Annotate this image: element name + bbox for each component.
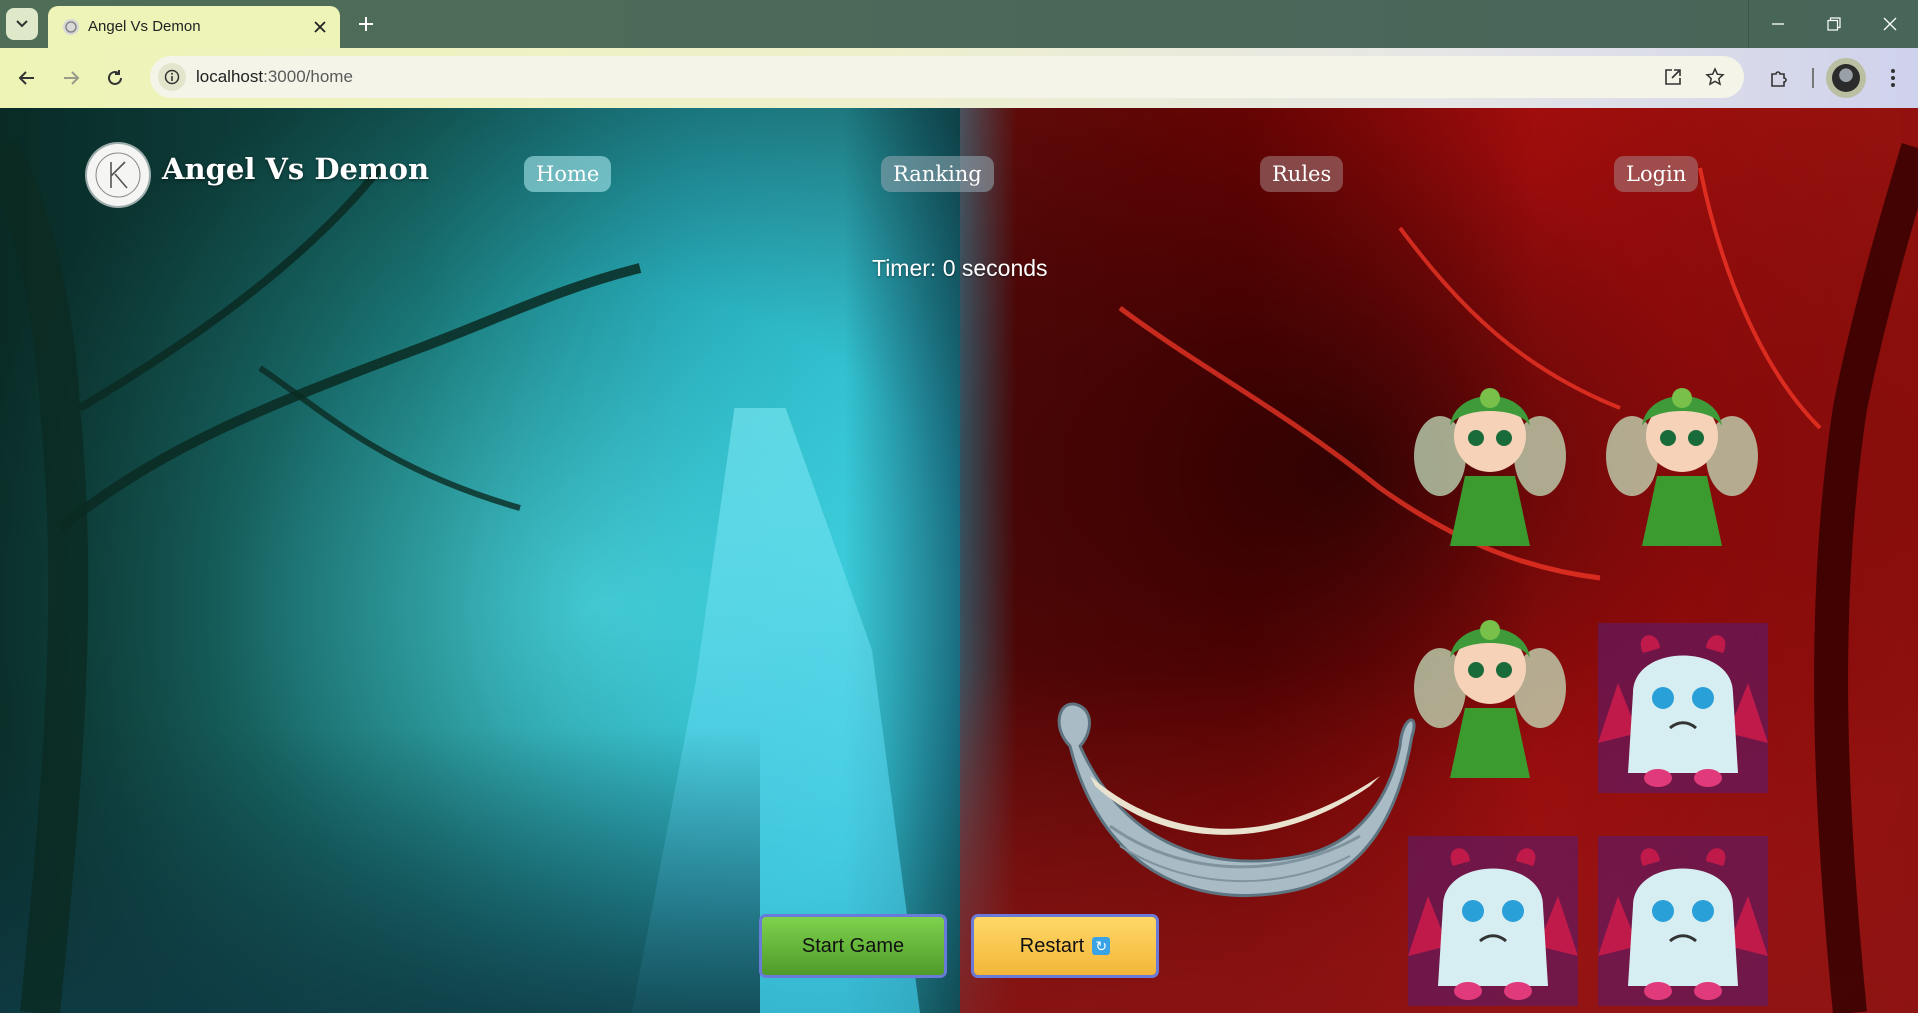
nav-ranking-link[interactable]: Ranking <box>881 156 994 192</box>
back-button[interactable] <box>12 63 42 93</box>
profile-avatar-button[interactable] <box>1826 58 1866 98</box>
favicon-icon <box>63 19 79 35</box>
browser-menu-button[interactable] <box>1878 63 1908 93</box>
reload-button[interactable] <box>100 63 130 93</box>
angel-sprite[interactable] <box>1410 376 1570 556</box>
avatar <box>1832 64 1860 92</box>
tab-close-button[interactable] <box>310 17 330 37</box>
demon-sprite[interactable] <box>1408 836 1578 1006</box>
info-icon <box>164 69 180 85</box>
window-controls-divider <box>1748 0 1749 48</box>
url-path: :3000/home <box>263 67 353 86</box>
browser-tab-active[interactable]: Angel Vs Demon <box>48 6 340 48</box>
monogram-logo-icon <box>95 152 141 198</box>
star-icon <box>1705 67 1725 86</box>
close-icon <box>1883 17 1897 31</box>
new-tab-button[interactable] <box>352 10 380 38</box>
restore-button[interactable] <box>1806 0 1862 48</box>
site-title: Angel Vs Demon <box>162 152 430 186</box>
start-game-button[interactable]: Start Game <box>762 917 944 975</box>
close-icon <box>314 21 326 33</box>
boat-sprite[interactable] <box>1040 686 1420 916</box>
chevron-down-icon <box>16 20 28 28</box>
minimize-button[interactable] <box>1750 0 1806 48</box>
demon-sprite[interactable] <box>1598 623 1768 793</box>
site-info-button[interactable] <box>158 63 186 91</box>
arrow-right-icon <box>64 71 80 85</box>
start-game-label: Start Game <box>801 934 905 957</box>
angel-sprite[interactable] <box>1602 376 1762 556</box>
game-timer: Timer: 0 seconds <box>872 255 1048 281</box>
address-bar[interactable]: localhost:3000/home <box>150 56 1744 98</box>
forward-button[interactable] <box>56 63 86 93</box>
external-link-icon <box>1665 69 1681 85</box>
angel-sprite[interactable] <box>1410 608 1570 788</box>
tab-title: Angel Vs Demon <box>88 18 201 35</box>
browser-tabstrip: Angel Vs Demon <box>0 0 1918 48</box>
arrow-left-icon <box>18 71 34 85</box>
url-host: localhost <box>196 67 264 86</box>
refresh-icon: ↻ <box>1092 937 1111 955</box>
minimize-icon <box>1772 23 1784 25</box>
demon-sprite[interactable] <box>1598 836 1768 1006</box>
bookmark-button[interactable] <box>1704 66 1726 88</box>
site-logo[interactable] <box>87 144 149 206</box>
nav-home-link[interactable]: Home <box>524 156 612 192</box>
open-in-window-button[interactable] <box>1662 66 1684 88</box>
puzzle-icon <box>1771 71 1787 87</box>
game-page: Angel Vs Demon Home Ranking Rules Login … <box>0 108 1918 1013</box>
tab-search-button[interactable] <box>6 8 38 40</box>
reload-icon <box>108 70 122 85</box>
plus-icon <box>359 17 373 31</box>
restart-button[interactable]: Restart ↻ <box>974 917 1156 975</box>
restart-label: Restart <box>1019 934 1085 957</box>
close-window-button[interactable] <box>1862 0 1918 48</box>
browser-toolbar: localhost:3000/home <box>0 48 1918 108</box>
more-vertical-icon <box>1891 69 1895 87</box>
toolbar-divider <box>1812 68 1814 88</box>
nav-rules-link[interactable]: Rules <box>1260 156 1344 192</box>
url-text: localhost:3000/home <box>196 67 353 87</box>
restore-icon <box>1827 17 1841 31</box>
nav-login-link[interactable]: Login <box>1614 156 1699 192</box>
extensions-button[interactable] <box>1764 63 1794 93</box>
